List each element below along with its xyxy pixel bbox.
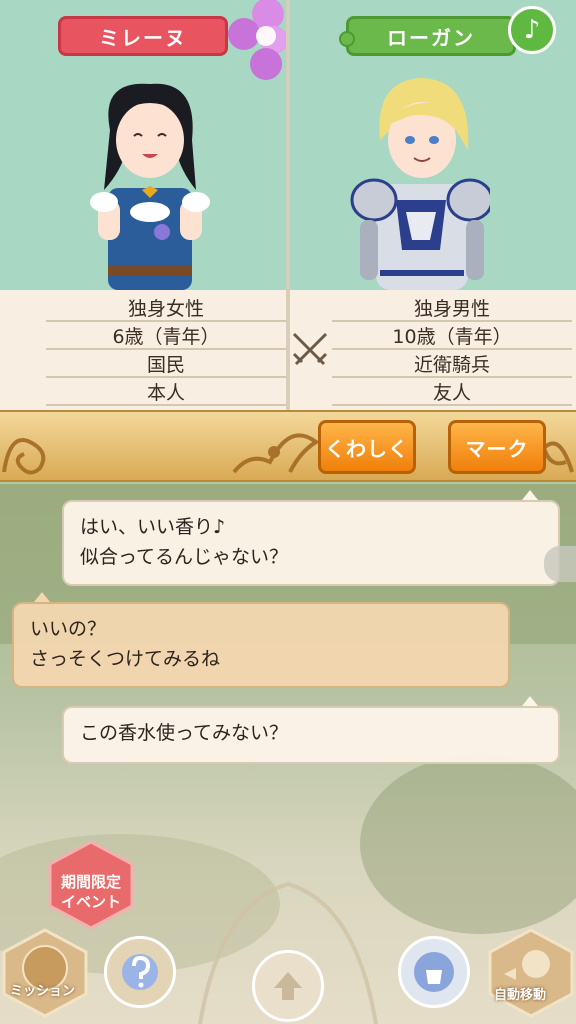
right-info-status: 独身男性 [332,294,572,322]
music-note-icon[interactable]: ♪ [508,6,556,54]
left-info-relation: 本人 [46,378,286,406]
chat-1-line-1: はい、いい香り♪ [80,516,226,538]
right-info-age: 10歳（青年） [332,322,572,350]
chat-1-line-2: 似合ってるんじゃない？ [80,546,289,568]
right-character-name-tag: ローガン [339,16,516,56]
auto-move-label: 自動移動 [494,988,547,1003]
bag-icon [414,952,454,992]
mission-label: ミッション [10,984,76,999]
left-info-column: 独身女性 6歳（青年） 国民 本人 [46,294,286,406]
left-info-status: 独身女性 [46,294,286,322]
chat-3-tail [522,696,538,706]
chat-2-line-1: いいの？ [30,618,107,640]
right-character-name: ローガン [387,25,475,50]
chat-bubble-1: はい、いい香り♪ 似合ってるんじゃない？ [62,500,560,586]
chat-1-tail [522,490,538,500]
chat-bubble-2: いいの？ さっそくつけてみるね [12,602,510,688]
left-info-age: 6歳（青年） [46,322,286,350]
scroll-up-button[interactable] [252,950,324,1022]
arrow-up-icon [274,972,302,1000]
mission-hexagon-button[interactable] [0,928,90,1018]
chat-2-line-2: さっそくつけてみるね [30,648,221,670]
chat-3-line-1: この香水使ってみない？ [80,722,289,744]
mark-button[interactable]: マーク [448,420,546,474]
left-character-name: ミレーヌ [99,25,187,50]
left-character-name-tag: ミレーヌ [58,16,228,56]
ornament-center-icon [232,433,320,474]
detail-button[interactable]: くわしく [318,420,416,474]
scene-button[interactable] [398,936,470,1008]
event-label-line-1: 期間限定 [60,873,121,891]
chat-2-tail [34,592,50,602]
left-character-avatar[interactable] [80,70,220,290]
question-mark-icon [122,954,158,990]
event-label-line-2: イベント [60,893,121,911]
right-info-column: 独身男性 10歳（青年） 近衛騎兵 友人 [332,294,572,406]
ornament-left-icon [2,438,46,475]
right-info-job: 近衛騎兵 [332,350,572,378]
scroll-handle[interactable] [544,546,576,582]
help-button[interactable] [104,936,176,1008]
flower-decoration-icon [228,0,286,80]
left-info-job: 国民 [46,350,286,378]
chat-bubble-3: この香水使ってみない？ [62,706,560,764]
crossed-swords-icon [292,332,328,366]
auto-move-hexagon-button[interactable] [486,928,576,1018]
event-label: 期間限定 イベント [48,872,134,912]
right-character-avatar[interactable] [350,70,490,290]
right-info-relation: 友人 [332,378,572,406]
